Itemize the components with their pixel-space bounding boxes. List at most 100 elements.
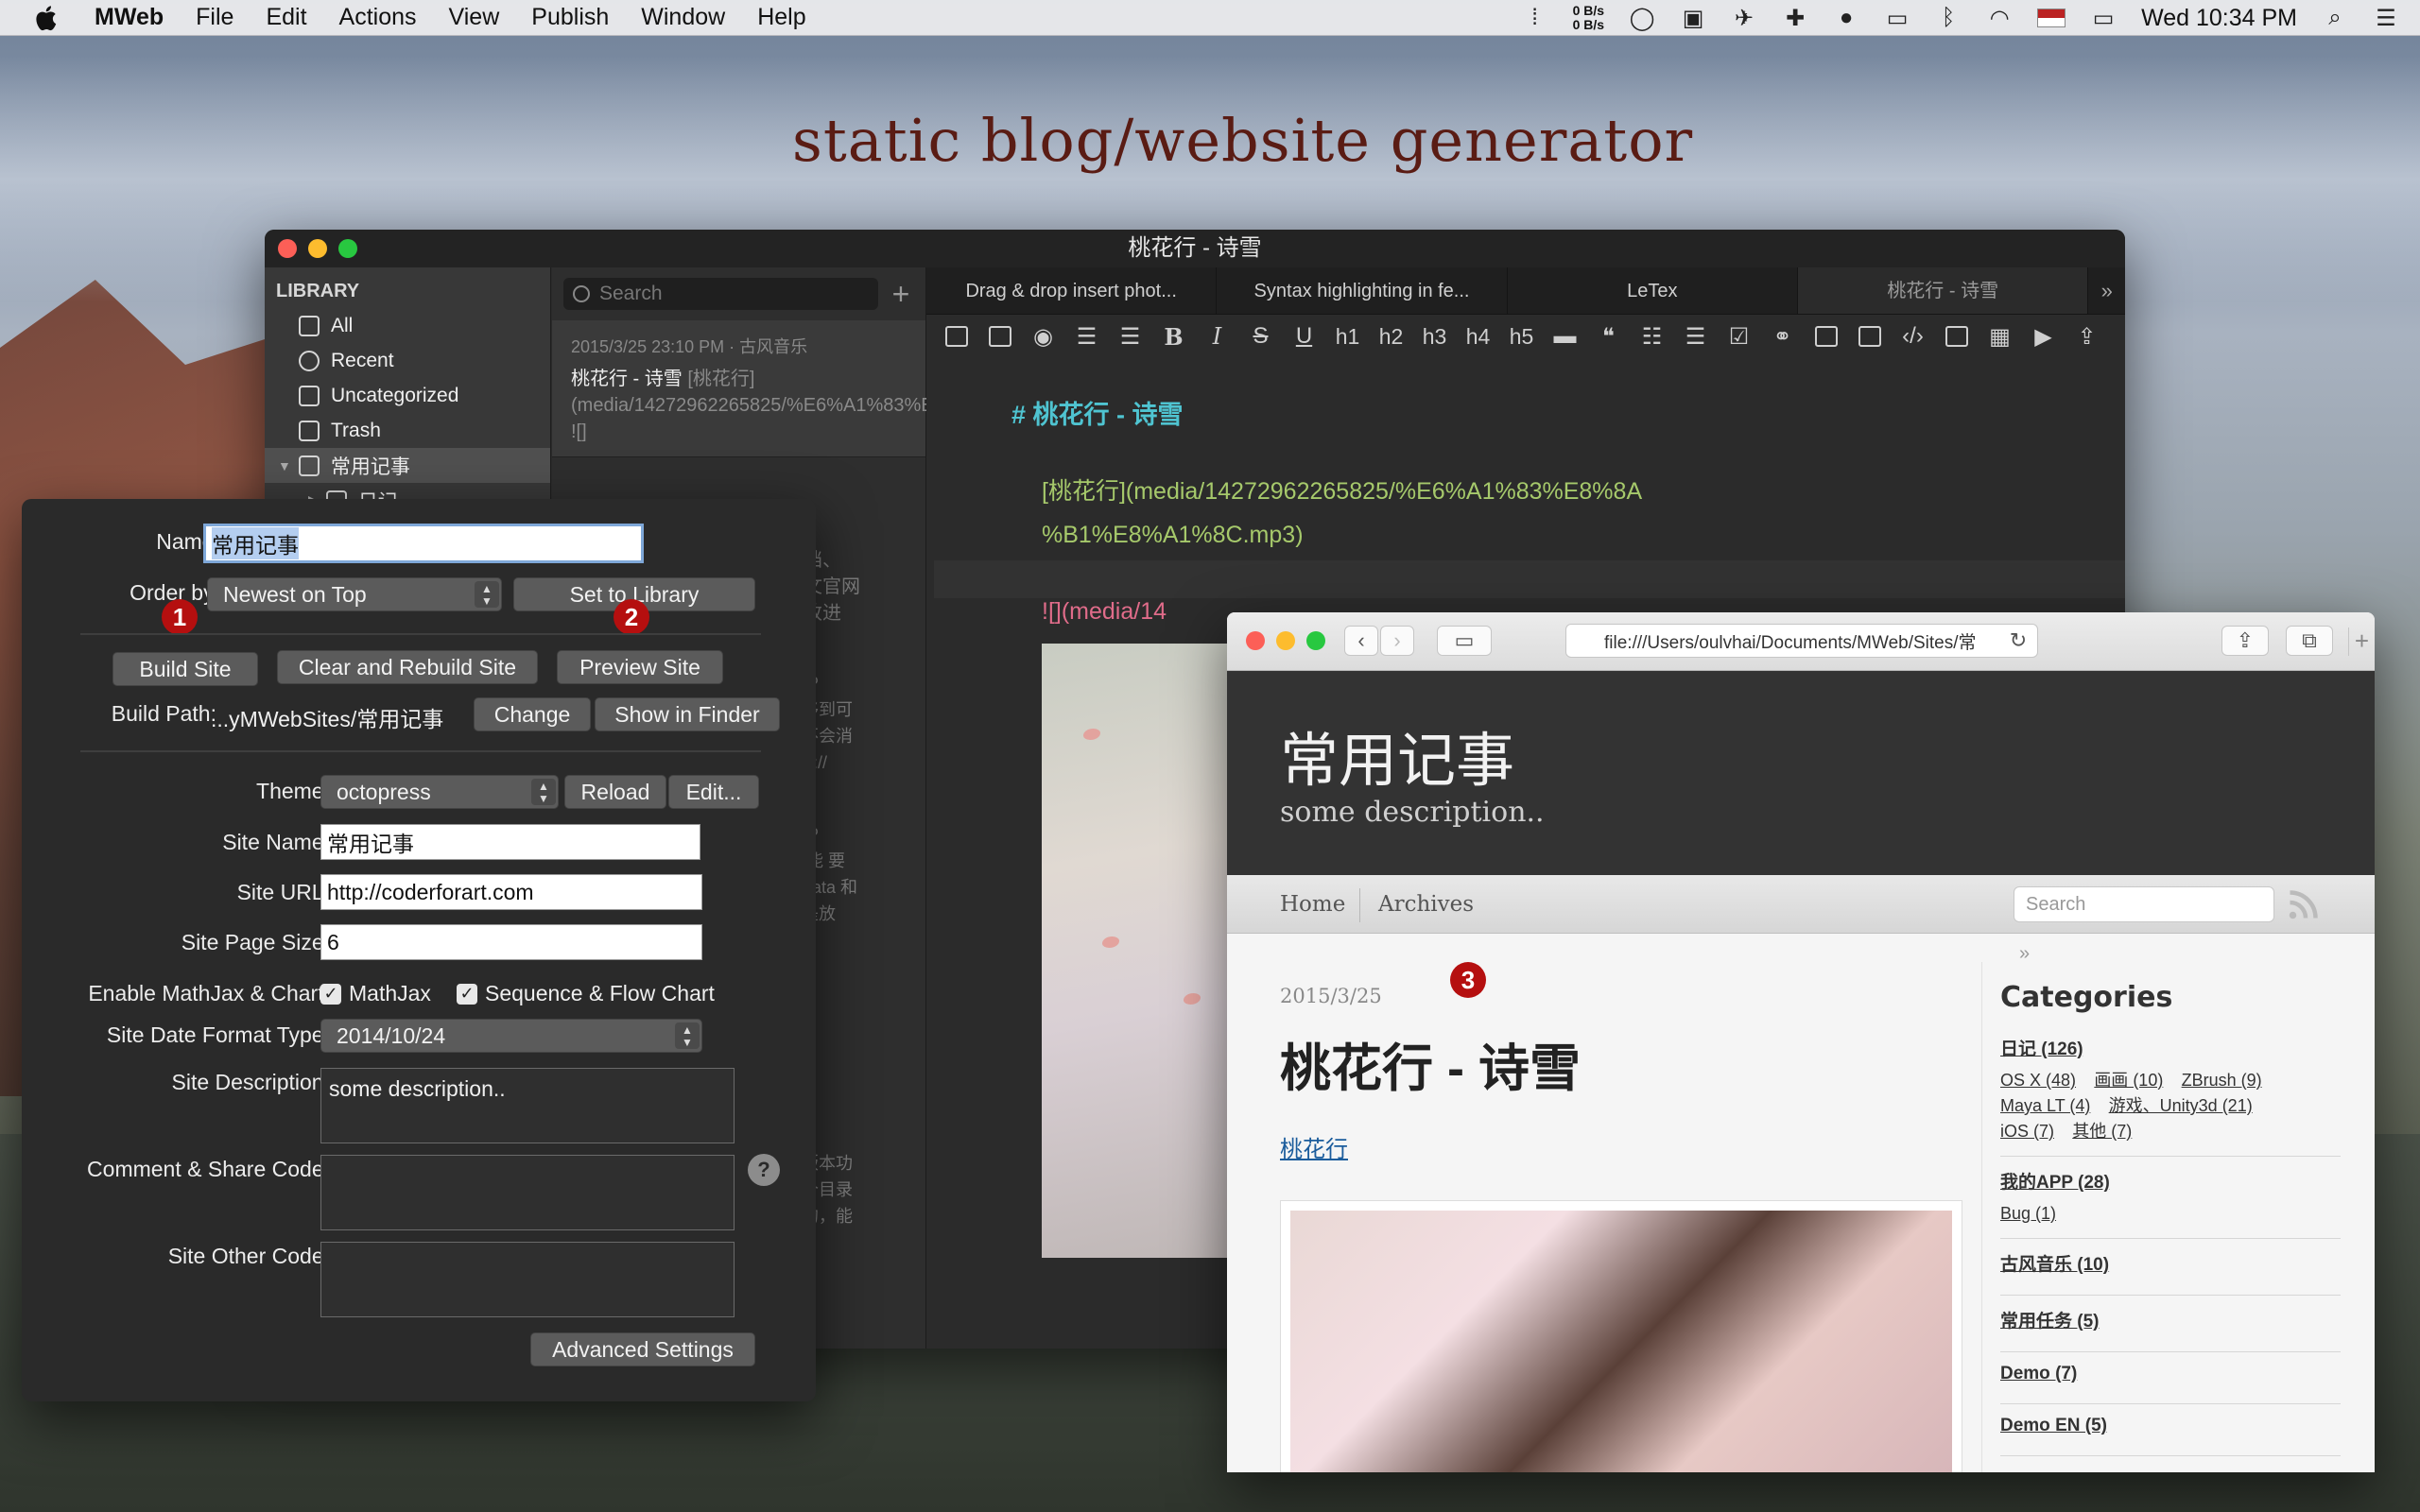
order-by-select[interactable]: Newest on Top ▲ ▼: [207, 577, 502, 611]
close-button[interactable]: [278, 239, 297, 258]
new-tab-icon[interactable]: +: [2348, 627, 2375, 656]
qq-icon[interactable]: ●: [1833, 5, 1859, 30]
subcategory-link[interactable]: iOS (7): [2000, 1122, 2054, 1141]
library-item-common-notes[interactable]: ▼ 常用记事: [265, 448, 550, 483]
site-page-size-field[interactable]: 6: [320, 924, 702, 960]
comment-share-textarea[interactable]: [320, 1155, 735, 1230]
tab-current-note[interactable]: 桃花行 - 诗雪: [1798, 267, 2089, 314]
menu-help[interactable]: Help: [757, 4, 805, 31]
split-view-icon[interactable]: [983, 320, 1016, 352]
clear-rebuild-button[interactable]: Clear and Rebuild Site: [277, 650, 538, 684]
subcategory-link[interactable]: 游戏、Unity3d (21): [2109, 1096, 2253, 1115]
indent-icon[interactable]: ☰: [1070, 320, 1103, 352]
notification-center-icon[interactable]: ☰: [2373, 6, 2399, 31]
reload-icon[interactable]: ↻: [2004, 626, 2032, 656]
subcategory-link[interactable]: ZBrush (9): [2182, 1071, 2262, 1090]
code-block-icon[interactable]: [1940, 320, 1973, 352]
site-title[interactable]: 常用记事: [1280, 713, 1514, 798]
outdent-icon[interactable]: ☰: [1114, 320, 1147, 352]
strikethrough-icon[interactable]: S: [1244, 320, 1277, 352]
image-icon[interactable]: [1809, 320, 1842, 352]
disclosure-triangle-icon[interactable]: ▼: [278, 458, 291, 473]
window-layout-icon[interactable]: ▣: [1680, 6, 1706, 31]
collapse-sidebar-icon[interactable]: »: [2019, 943, 2030, 965]
nav-archives-link[interactable]: Archives: [1378, 875, 1474, 934]
table-icon[interactable]: ▦: [1983, 320, 2016, 352]
library-item-uncategorized[interactable]: Uncategorized: [265, 378, 550, 413]
category-link[interactable]: Demo EN (5): [2000, 1416, 2341, 1436]
theme-select[interactable]: octopress ▲ ▼: [320, 775, 559, 809]
sound-level-icon[interactable]: ⁞: [1522, 5, 1548, 30]
preview-play-icon[interactable]: ▶: [2027, 320, 2060, 352]
apple-menu-icon[interactable]: [32, 3, 62, 33]
menu-edit[interactable]: Edit: [266, 4, 306, 31]
site-name-field[interactable]: 常用记事: [320, 824, 700, 860]
close-button[interactable]: [1246, 631, 1265, 650]
code-icon[interactable]: ‹/›: [1896, 320, 1929, 352]
advanced-settings-button[interactable]: Advanced Settings: [530, 1332, 755, 1366]
sync-icon[interactable]: ◯: [1629, 6, 1655, 31]
horizontal-rule-icon[interactable]: ▬: [1548, 320, 1582, 352]
sidebar-toggle-icon[interactable]: ▭: [1437, 626, 1492, 656]
heading4-icon[interactable]: h4: [1461, 320, 1495, 352]
plus-cross-icon[interactable]: ✚: [1782, 6, 1808, 31]
nav-home-link[interactable]: Home: [1280, 875, 1345, 934]
spotlight-search-icon[interactable]: ⌕: [2322, 5, 2348, 30]
minimize-button[interactable]: [308, 239, 327, 258]
heading3-icon[interactable]: h3: [1418, 320, 1451, 352]
heading1-icon[interactable]: h1: [1331, 320, 1364, 352]
rss-icon[interactable]: [2286, 888, 2320, 922]
menu-file[interactable]: File: [196, 4, 233, 31]
menu-window[interactable]: Window: [641, 4, 725, 31]
name-field[interactable]: 常用记事: [203, 524, 644, 563]
menu-publish[interactable]: Publish: [531, 4, 609, 31]
us-flag-icon[interactable]: [2037, 9, 2066, 27]
menu-view[interactable]: View: [449, 4, 500, 31]
mathjax-checkbox[interactable]: ✓ MathJax: [320, 981, 431, 1006]
zoom-button[interactable]: [338, 239, 357, 258]
task-list-icon[interactable]: ☑: [1722, 320, 1755, 352]
bluetooth-icon[interactable]: ᛒ: [1935, 5, 1962, 30]
bold-icon[interactable]: B: [1157, 320, 1190, 352]
preview-site-button[interactable]: Preview Site: [557, 650, 723, 684]
category-link[interactable]: 日记 (126): [2000, 1035, 2341, 1060]
address-bar[interactable]: file:///Users/oulvhai/Documents/MWeb/Sit…: [1565, 624, 2038, 658]
show-in-finder-button[interactable]: Show in Finder: [595, 697, 780, 731]
subcategory-link[interactable]: Maya LT (4): [2000, 1096, 2090, 1115]
flowchart-checkbox[interactable]: ✓ Sequence & Flow Chart: [457, 981, 715, 1006]
quote-icon[interactable]: ❝: [1592, 320, 1625, 352]
post-title[interactable]: 桃花行 - 诗雪: [1280, 1026, 1581, 1101]
tab-overflow-icon[interactable]: »: [2088, 267, 2125, 314]
back-icon[interactable]: ‹: [1344, 626, 1378, 656]
preview-eye-icon[interactable]: ◉: [1027, 320, 1060, 352]
menu-clock[interactable]: Wed 10:34 PM: [2141, 5, 2297, 32]
category-link[interactable]: 我的APP (28): [2000, 1168, 2341, 1194]
category-link[interactable]: 常用任务 (5): [2000, 1307, 2341, 1332]
ordered-list-icon[interactable]: ☷: [1635, 320, 1668, 352]
category-link[interactable]: 古风音乐 (10): [2000, 1250, 2341, 1276]
post-audio-link[interactable]: 桃花行: [1280, 1130, 1348, 1163]
tab-latex[interactable]: LeTex: [1508, 267, 1799, 314]
date-format-select[interactable]: 2014/10/24 ▲ ▼: [320, 1019, 702, 1053]
note-item-selected[interactable]: 2015/3/25 23:10 PM · 古风音乐 桃花行 - 诗雪 [桃花行]…: [552, 320, 1193, 457]
reload-theme-button[interactable]: Reload: [564, 775, 666, 809]
unordered-list-icon[interactable]: ☰: [1679, 320, 1712, 352]
markdown-image-line[interactable]: ![](media/14: [1042, 598, 1167, 626]
zoom-button[interactable]: [1306, 631, 1325, 650]
add-note-button[interactable]: +: [888, 277, 914, 312]
change-path-button[interactable]: Change: [474, 697, 591, 731]
tabs-overview-icon[interactable]: ⧉: [2286, 626, 2333, 656]
underline-icon[interactable]: U: [1288, 320, 1321, 352]
edit-theme-button[interactable]: Edit...: [668, 775, 759, 809]
markdown-heading[interactable]: # 桃花行 - 诗雪: [1011, 394, 1184, 431]
link-icon[interactable]: ⚭: [1766, 320, 1799, 352]
markdown-audio-link[interactable]: [桃花行](media/14272962265825/%E6%A1%83%E8%…: [1042, 470, 1642, 557]
heading5-icon[interactable]: h5: [1505, 320, 1538, 352]
share-icon[interactable]: ⇪: [2221, 626, 2269, 656]
toggle-sidebar-icon[interactable]: [940, 320, 973, 352]
italic-icon[interactable]: I: [1201, 320, 1234, 352]
tab-syntax-highlighting[interactable]: Syntax highlighting in fe...: [1217, 267, 1508, 314]
network-speed[interactable]: 0 B/s 0 B/s: [1573, 4, 1604, 32]
subcategory-link[interactable]: OS X (48): [2000, 1071, 2076, 1090]
minimize-button[interactable]: [1276, 631, 1295, 650]
